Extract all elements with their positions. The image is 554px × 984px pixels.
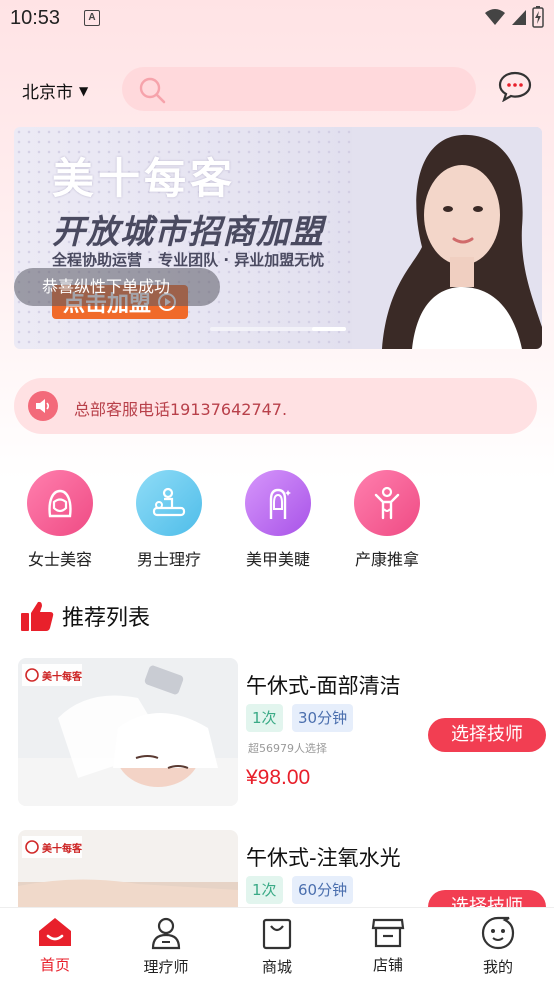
banner-brand: 美十每客 [52,154,237,203]
postpartum-icon [354,470,420,536]
city-selector[interactable]: 北京市 ▼ [22,78,88,103]
woman-face-icon [27,470,93,536]
notice-bar[interactable]: 总部客服电话19137642747. [14,378,537,434]
service-image: 美十每客 [18,658,238,806]
recommend-header: 推荐列表 [20,600,150,632]
status-time: 10:53 [10,7,61,29]
category-postpartum[interactable]: 产康推拿 [342,470,432,570]
category-nail-lash[interactable]: 美甲美睫 [233,470,323,570]
session-count-tag: 1次 [246,876,283,904]
tab-home[interactable]: 首页 [10,916,100,975]
notification-a-icon: A [84,10,100,26]
tab-label: 店铺 [372,956,403,974]
category-label: 女士美容 [27,550,92,569]
service-logo: 美十每客 [42,672,82,683]
caret-down-icon: ▼ [79,83,89,98]
message-icon[interactable] [498,70,532,102]
service-logo: 美十每客 [42,844,82,855]
profile-face-icon [481,916,515,950]
wifi-icon [485,9,505,25]
banner-page-indicator [210,327,346,331]
promo-banner[interactable]: 美十每客 开放城市招商加盟 全程协助运营 · 专业团队 · 异业加盟无忧 点击加… [14,127,542,349]
select-technician-button[interactable]: 选择技师 [428,718,546,752]
tab-label: 首页 [39,956,70,974]
shopping-bag-icon [262,918,292,950]
recommend-title: 推荐列表 [62,606,151,631]
order-toast: 恭喜纵性下单成功 [14,268,220,306]
tab-mine[interactable]: 我的 [453,916,543,977]
home-icon [39,918,71,946]
search-bar[interactable] [122,67,476,111]
thumbs-up-icon [21,601,54,631]
model-portrait-image [352,127,542,349]
tab-store[interactable]: 店铺 [343,916,433,975]
sold-count: 超56979人选择 [248,742,327,755]
service-card[interactable]: 美十每客 午休式-面部清洁 1次 30分钟 超56979人选择 ¥98.00 选… [18,658,548,808]
search-icon [139,77,166,104]
category-women-beauty[interactable]: 女士美容 [15,470,105,570]
therapist-icon [151,917,181,950]
service-price: ¥98.00 [246,766,311,789]
service-name: 午休式-注氧水光 [246,846,401,870]
duration-tag: 60分钟 [292,876,354,904]
session-count-tag: 1次 [246,704,283,732]
tab-label: 我的 [482,958,513,976]
category-label: 产康推拿 [354,550,419,569]
city-label: 北京市 [22,83,73,103]
banner-subline: 全程协助运营 · 专业团队 · 异业加盟无忧 [52,251,325,269]
category-grid: 女士美容 男士理疗 美甲美睫 产康推拿 [0,470,554,570]
service-name: 午休式-面部清洁 [246,674,401,698]
battery-icon [532,6,544,28]
tab-therapist[interactable]: 理疗师 [121,916,211,977]
status-bar: 10:53 A [0,0,554,40]
signal-icon [512,10,526,25]
duration-tag: 30分钟 [292,704,354,732]
massage-icon [136,470,202,536]
tab-label: 商城 [261,958,292,976]
category-label: 美甲美睫 [245,550,310,569]
notice-text: 总部客服电话19137642747. [74,400,288,419]
banner-indicator-active [312,327,346,331]
status-icons [484,6,544,28]
bottom-tab-bar: 首页 理疗师 商城 店铺 我的 [0,907,554,984]
tab-mall[interactable]: 商城 [232,916,322,977]
store-icon [371,918,405,948]
category-label: 男士理疗 [136,550,201,569]
nail-icon [245,470,311,536]
banner-headline: 开放城市招商加盟 [52,212,324,251]
category-men-therapy[interactable]: 男士理疗 [124,470,214,570]
speaker-icon [28,391,58,421]
tab-label: 理疗师 [143,958,189,976]
